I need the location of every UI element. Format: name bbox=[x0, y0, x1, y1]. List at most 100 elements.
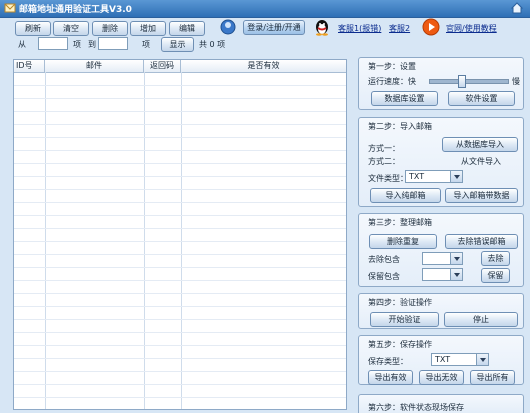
speed-label: 运行速度：快 bbox=[368, 77, 416, 86]
qq-penguin-icon bbox=[316, 20, 328, 36]
keep-button[interactable]: 保留 bbox=[481, 268, 510, 283]
clear-button[interactable]: 清空 bbox=[53, 21, 89, 36]
step3-title: 第三步：整理邮箱 bbox=[368, 218, 432, 227]
table-row-line bbox=[14, 85, 346, 86]
step3-panel: 第三步：整理邮箱 删除重复 去除错误邮箱 去除包含 去除 保留包含 保留 bbox=[358, 213, 524, 287]
table-row-line bbox=[14, 384, 346, 385]
remove-contains-select[interactable] bbox=[422, 252, 463, 265]
item-label-2: 项 bbox=[142, 40, 150, 49]
export-all-button[interactable]: 导出所有 bbox=[470, 370, 515, 385]
table-row-line bbox=[14, 124, 346, 125]
step4-title: 第四步：验证操作 bbox=[368, 298, 432, 307]
step1-panel: 第一步：设置 运行速度：快 慢 数据库设置 软件设置 bbox=[358, 57, 524, 110]
title-bar: 邮箱地址通用验证工具V3.0 bbox=[0, 0, 530, 18]
column-header-return-code[interactable]: 返回码 bbox=[144, 60, 181, 72]
speed-slider[interactable] bbox=[429, 75, 509, 88]
table-row-line bbox=[14, 358, 346, 359]
keep-contains-select[interactable] bbox=[422, 268, 463, 281]
add-button[interactable]: 增加 bbox=[130, 21, 166, 36]
step1-title: 第一步：设置 bbox=[368, 62, 416, 71]
step2-title: 第二步：导入邮箱 bbox=[368, 122, 432, 131]
official-tutorial-link[interactable]: 官网/使用教程 bbox=[446, 23, 497, 34]
table-row-line bbox=[14, 189, 346, 190]
import-from-database-button[interactable]: 从数据库导入 bbox=[442, 137, 518, 152]
save-type-value: TXT bbox=[435, 355, 451, 364]
table-row-line bbox=[14, 98, 346, 99]
email-table[interactable]: ID号 邮件 返回码 是否有效 bbox=[13, 59, 347, 410]
step4-panel: 第四步：验证操作 开始验证 停止 bbox=[358, 293, 524, 329]
table-row-line bbox=[14, 397, 346, 398]
table-row-line bbox=[14, 137, 346, 138]
table-row-line bbox=[14, 228, 346, 229]
show-button[interactable]: 显示 bbox=[161, 37, 194, 52]
file-type-value: TXT bbox=[409, 172, 425, 181]
item-label-1: 项 bbox=[73, 40, 81, 49]
keep-contains-label: 保留包含 bbox=[368, 272, 400, 281]
table-row-line bbox=[14, 163, 346, 164]
import-from-file-label: 从文件导入 bbox=[461, 157, 501, 166]
speed-slider-thumb[interactable] bbox=[458, 75, 466, 88]
software-settings-button[interactable]: 软件设置 bbox=[448, 91, 515, 106]
table-row-line bbox=[14, 345, 346, 346]
table-row-line bbox=[14, 293, 346, 294]
column-header-valid[interactable]: 是否有效 bbox=[181, 60, 346, 72]
delete-duplicates-button[interactable]: 删除重复 bbox=[369, 234, 437, 249]
export-valid-button[interactable]: 导出有效 bbox=[368, 370, 413, 385]
file-type-select[interactable]: TXT bbox=[405, 170, 463, 183]
import-pure-emails-button[interactable]: 导入纯邮箱 bbox=[370, 188, 441, 203]
speed-slow-label: 慢 bbox=[512, 77, 520, 86]
column-header-email[interactable]: 邮件 bbox=[45, 60, 144, 72]
table-row-line bbox=[14, 319, 346, 320]
step6-title: 第六步：软件状态现场保存 bbox=[368, 403, 464, 412]
window-title: 邮箱地址通用验证工具V3.0 bbox=[19, 5, 132, 15]
login-globe-icon bbox=[220, 19, 236, 35]
column-header-id[interactable]: ID号 bbox=[14, 60, 45, 72]
delete-button[interactable]: 删除 bbox=[92, 21, 128, 36]
service1-link[interactable]: 客服1(报错) bbox=[338, 23, 381, 34]
service2-link[interactable]: 客服2 bbox=[389, 23, 410, 34]
table-row-line bbox=[14, 150, 346, 151]
table-row-line bbox=[14, 241, 346, 242]
import-emails-with-data-button[interactable]: 导入邮箱带数据 bbox=[445, 188, 518, 203]
login-register-button[interactable]: 登录/注册/开通 bbox=[243, 20, 305, 35]
step2-panel: 第二步：导入邮箱 方式一： 从数据库导入 方式二： 从文件导入 文件类型： TX… bbox=[358, 117, 524, 207]
save-type-label: 保存类型： bbox=[368, 357, 408, 366]
from-input[interactable] bbox=[38, 37, 68, 50]
edit-button[interactable]: 编辑 bbox=[169, 21, 205, 36]
home-icon[interactable] bbox=[510, 1, 524, 15]
method2-label: 方式二： bbox=[368, 157, 400, 166]
table-row-line bbox=[14, 332, 346, 333]
to-input[interactable] bbox=[98, 37, 128, 50]
table-header: ID号 邮件 返回码 是否有效 bbox=[14, 60, 346, 73]
table-row-line bbox=[14, 306, 346, 307]
chevron-down-icon[interactable] bbox=[476, 354, 488, 365]
remove-button[interactable]: 去除 bbox=[481, 251, 510, 266]
remove-error-emails-button[interactable]: 去除错误邮箱 bbox=[445, 234, 518, 249]
step6-panel: 第六步：软件状态现场保存 bbox=[358, 394, 524, 413]
table-row-line bbox=[14, 371, 346, 372]
table-row-line bbox=[14, 176, 346, 177]
table-row-line bbox=[14, 215, 346, 216]
database-settings-button[interactable]: 数据库设置 bbox=[371, 91, 438, 106]
chevron-down-icon[interactable] bbox=[450, 269, 462, 280]
method1-label: 方式一： bbox=[368, 144, 400, 153]
table-row-line bbox=[14, 202, 346, 203]
table-row-line bbox=[14, 280, 346, 281]
remove-contains-label: 去除包含 bbox=[368, 255, 400, 264]
chevron-down-icon[interactable] bbox=[450, 171, 462, 182]
envelope-icon bbox=[4, 3, 16, 13]
from-label: 从 bbox=[18, 40, 26, 49]
save-type-select[interactable]: TXT bbox=[431, 353, 489, 366]
start-verify-button[interactable]: 开始验证 bbox=[370, 312, 439, 327]
stop-button[interactable]: 停止 bbox=[444, 312, 518, 327]
step5-title: 第五步：保存操作 bbox=[368, 340, 432, 349]
total-count: 共 0 项 bbox=[199, 40, 226, 49]
export-invalid-button[interactable]: 导出无效 bbox=[419, 370, 464, 385]
table-row-line bbox=[14, 267, 346, 268]
table-row-line bbox=[14, 254, 346, 255]
file-type-label: 文件类型： bbox=[368, 174, 408, 183]
to-label: 到 bbox=[88, 40, 96, 49]
chevron-down-icon[interactable] bbox=[450, 253, 462, 264]
refresh-button[interactable]: 刷新 bbox=[15, 21, 51, 36]
step5-panel: 第五步：保存操作 保存类型： TXT 导出有效 导出无效 导出所有 bbox=[358, 335, 524, 385]
